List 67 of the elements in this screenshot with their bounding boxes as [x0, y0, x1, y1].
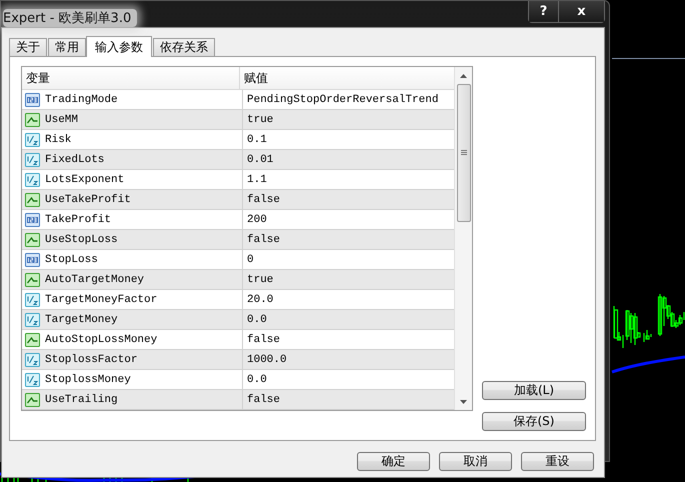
boolean-icon	[25, 192, 40, 206]
variable-name: UseTrailing	[45, 394, 118, 406]
variable-name: StoplossMoney	[45, 374, 131, 386]
grip-icon	[460, 150, 466, 156]
window-title: Expert - 欧美刷单3.0	[3, 9, 138, 27]
scroll-up-icon[interactable]	[460, 74, 467, 78]
variable-name: FixedLots	[45, 154, 104, 166]
tab[interactable]: 关于	[9, 38, 47, 56]
decimal-icon	[25, 352, 40, 366]
variable-value: 1000.0	[247, 354, 287, 366]
variable-name: UseTakeProfit	[45, 194, 131, 206]
load-button[interactable]: 加载(L)	[482, 381, 586, 400]
variable-value: 0	[247, 254, 254, 266]
tab[interactable]: 常用	[48, 38, 86, 56]
variable-name: StopLoss	[45, 254, 98, 266]
boolean-icon	[25, 232, 40, 246]
variable-value: 0.1	[247, 134, 267, 146]
integer-icon	[25, 252, 40, 266]
variable-value: false	[247, 334, 280, 346]
scrollbar[interactable]	[454, 67, 472, 410]
integer-icon	[25, 92, 40, 106]
variable-name: UseMM	[45, 114, 78, 126]
decimal-icon	[25, 132, 40, 146]
variable-value: true	[247, 274, 274, 286]
boolean-icon	[25, 392, 40, 406]
variable-name: AutoStopLossMoney	[45, 334, 158, 346]
variable-value: false	[247, 234, 280, 246]
variable-name: LotsExponent	[45, 174, 124, 186]
boolean-icon	[25, 332, 40, 346]
variable-name: TargetMoneyFactor	[45, 294, 158, 306]
variable-value: 0.0	[247, 314, 267, 326]
integer-icon	[25, 212, 40, 226]
decimal-icon	[25, 312, 40, 326]
help-button[interactable]: ?	[529, 1, 558, 22]
close-button[interactable]: x	[558, 1, 604, 22]
boolean-icon	[25, 112, 40, 126]
variable-value: 0.01	[247, 154, 274, 166]
column-header[interactable]: 变量	[22, 67, 240, 89]
variable-value: false	[247, 394, 280, 406]
variable-value: PendingStopOrderReversalTrend	[247, 94, 438, 106]
ok-button[interactable]: 确定	[357, 452, 430, 471]
decimal-icon	[25, 152, 40, 166]
variable-value: 200	[247, 214, 267, 226]
variable-value: false	[247, 194, 280, 206]
variable-value: true	[247, 114, 274, 126]
variable-name: AutoTargetMoney	[45, 274, 144, 286]
scrollbar-thumb[interactable]	[456, 84, 470, 222]
variable-name: UseStopLoss	[45, 234, 118, 246]
variable-value: 20.0	[247, 294, 274, 306]
variable-name: TakeProfit	[45, 214, 112, 226]
column-header[interactable]: 赋值	[240, 67, 268, 89]
tab[interactable]: 依存关系	[153, 38, 215, 56]
variable-name: Risk	[45, 134, 72, 146]
tab[interactable]: 输入参数	[86, 36, 152, 57]
variable-name: TargetMoney	[45, 314, 118, 326]
cancel-button[interactable]: 取消	[439, 452, 512, 471]
save-button[interactable]: 保存(S)	[482, 412, 586, 431]
scroll-down-icon[interactable]	[460, 400, 467, 404]
decimal-icon	[25, 172, 40, 186]
reset-button[interactable]: 重设	[521, 452, 594, 471]
variable-value: 0.0	[247, 374, 267, 386]
variable-name: StoplossFactor	[45, 354, 138, 366]
decimal-icon	[25, 292, 40, 306]
decimal-icon	[25, 372, 40, 386]
boolean-icon	[25, 272, 40, 286]
variable-name: TradingMode	[45, 94, 118, 106]
variable-value: 1.1	[247, 174, 267, 186]
